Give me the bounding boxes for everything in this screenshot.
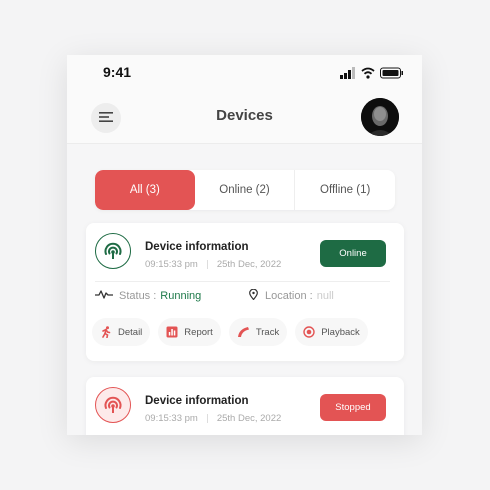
status-badge[interactable]: Stopped [320, 394, 386, 421]
device-timestamp: 09:15:33 pm 25th Dec, 2022 [145, 413, 281, 424]
location-row: Location : null [249, 288, 334, 303]
tab-all[interactable]: All (3) [95, 170, 195, 210]
device-name: Device information [145, 241, 249, 253]
track-label: Track [255, 326, 280, 338]
status-badge[interactable]: Online [320, 240, 386, 267]
pulse-icon [95, 289, 113, 302]
device-card[interactable]: Device information 09:15:33 pm 25th Dec, … [86, 377, 404, 435]
location-label: Location : [265, 290, 313, 302]
wifi-icon [361, 67, 375, 79]
tab-online[interactable]: Online (2) [195, 170, 296, 210]
playback-label: Playback [321, 326, 360, 338]
filter-tabs: All (3) Online (2) Offline (1) [95, 170, 395, 210]
location-pin-icon [249, 288, 258, 303]
detail-icon [102, 326, 111, 338]
track-icon [237, 327, 249, 337]
app-header: Devices [67, 91, 422, 144]
status-row: Status : Running [95, 289, 201, 302]
device-timestamp: 09:15:33 pm 25th Dec, 2022 [145, 259, 281, 270]
playback-button[interactable]: Playback [295, 318, 368, 346]
device-broadcast-icon [95, 387, 131, 423]
device-broadcast-icon [95, 233, 131, 269]
system-icons [340, 66, 404, 84]
device-time: 09:15:33 pm [145, 259, 198, 270]
location-value: null [316, 290, 334, 302]
status-bar: 9:41 [67, 55, 422, 91]
status-label: Status : [119, 289, 157, 302]
signal-icon [340, 67, 355, 79]
detail-label: Detail [118, 326, 143, 338]
detail-button[interactable]: Detail [92, 318, 151, 346]
report-button[interactable]: Report [158, 318, 221, 346]
device-card[interactable]: Device information 09:15:33 pm 25th Dec, … [86, 223, 404, 361]
status-value: Running [160, 289, 202, 302]
device-actions: Detail Report Track Playback [92, 318, 368, 346]
report-icon [166, 326, 178, 338]
device-name: Device information [145, 395, 249, 407]
divider [95, 281, 390, 282]
device-date: 25th Dec, 2022 [216, 413, 282, 424]
playback-icon [303, 326, 315, 338]
report-label: Report [184, 326, 213, 338]
phone-screen: 9:41 Devices All (3) Online (2) Offline … [67, 55, 422, 435]
avatar[interactable] [361, 98, 399, 136]
battery-icon [380, 67, 403, 79]
status-time: 9:41 [103, 64, 132, 80]
tab-offline[interactable]: Offline (1) [295, 170, 395, 210]
device-date: 25th Dec, 2022 [216, 259, 282, 270]
device-time: 09:15:33 pm [145, 413, 198, 424]
track-button[interactable]: Track [228, 318, 288, 346]
